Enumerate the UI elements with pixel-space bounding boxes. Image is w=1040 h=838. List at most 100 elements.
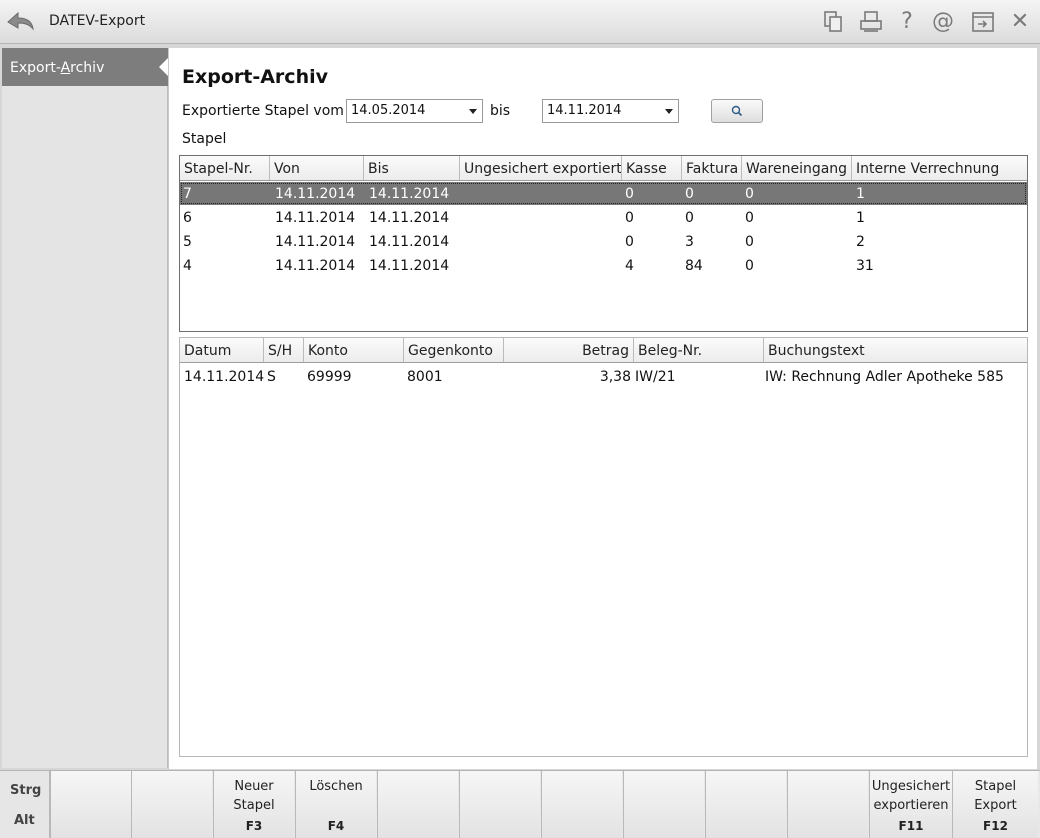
- cell-interne-verrechnung: 1: [856, 210, 865, 226]
- window-icon[interactable]: [971, 10, 995, 34]
- fkey-label: Stapel Export: [974, 779, 1017, 813]
- cell-sh: S: [267, 369, 276, 385]
- fkey-label: Ungesichert exportieren: [871, 779, 951, 813]
- cell-stapel-nr: 7: [183, 186, 192, 202]
- table-row[interactable]: 14.11.2014 S 69999 8001 3,38 IW/21 IW: R…: [180, 365, 1027, 388]
- cell-bis: 14.11.2014: [369, 258, 450, 274]
- page-title: Export-Archiv: [182, 66, 328, 88]
- date-from-select[interactable]: 14.05.2014: [346, 99, 483, 123]
- cell-von: 14.11.2014: [275, 210, 356, 226]
- cell-interne-verrechnung: 2: [856, 234, 865, 250]
- cell-bis: 14.11.2014: [369, 210, 450, 226]
- column-header-konto[interactable]: Konto: [304, 338, 404, 362]
- table-row[interactable]: 5 14.11.2014 14.11.2014 0 3 0 2: [180, 230, 1027, 253]
- table-row[interactable]: 4 14.11.2014 14.11.2014 4 84 0 31: [180, 254, 1027, 277]
- cell-datum: 14.11.2014: [184, 369, 265, 385]
- cell-faktura: 84: [685, 258, 703, 274]
- cell-von: 14.11.2014: [275, 258, 356, 274]
- to-label: bis: [490, 103, 511, 119]
- fkey-f5[interactable]: [377, 771, 458, 838]
- column-header-sh[interactable]: S/H: [264, 338, 304, 362]
- cell-wareneingang: 0: [745, 186, 754, 202]
- cell-buchungstext: IW: Rechnung Adler Apotheke 585: [765, 369, 1004, 385]
- column-header-ungesichert[interactable]: Ungesichert exportiert: [460, 156, 622, 180]
- cell-bis: 14.11.2014: [369, 186, 450, 202]
- cell-wareneingang: 0: [745, 210, 754, 226]
- fkey-key: F4: [327, 819, 345, 833]
- column-header-kasse[interactable]: Kasse: [622, 156, 682, 180]
- back-button[interactable]: [4, 8, 36, 34]
- sidebar-item-label: Export-Archiv: [10, 60, 105, 76]
- column-header-faktura[interactable]: Faktura: [682, 156, 742, 180]
- column-header-bis[interactable]: Bis: [364, 156, 460, 180]
- title-bar: DATEV-Export ? @ ✕: [0, 0, 1040, 44]
- function-key-bar: Strg Alt Neuer Stapel F3 Löschen F4 Ungesi…: [0, 770, 1040, 838]
- fkey-f1[interactable]: [50, 771, 131, 838]
- cell-ungesichert: [462, 230, 622, 253]
- cell-kasse: 0: [625, 186, 634, 202]
- cell-beleg-nr: IW/21: [635, 369, 676, 385]
- column-header-von[interactable]: Von: [270, 156, 364, 180]
- cell-ungesichert: [462, 206, 622, 229]
- stapel-export-button[interactable]: Stapel Export F12: [952, 771, 1038, 838]
- column-header-buchungstext[interactable]: Buchungstext: [764, 338, 1027, 362]
- delete-button[interactable]: Löschen F4: [295, 771, 376, 838]
- cell-kasse: 0: [625, 234, 634, 250]
- help-icon[interactable]: ?: [895, 10, 919, 34]
- column-header-wareneingang[interactable]: Wareneingang: [742, 156, 852, 180]
- fkey-label: Löschen: [309, 779, 363, 794]
- cell-ungesichert: [462, 254, 622, 277]
- date-from-value: 14.05.2014: [351, 103, 426, 118]
- cell-kasse: 0: [625, 210, 634, 226]
- table-header: Stapel-Nr. Von Bis Ungesichert exportier…: [180, 156, 1027, 181]
- sidebar-item-export-archiv[interactable]: Export-Archiv: [2, 48, 168, 86]
- column-header-beleg-nr[interactable]: Beleg-Nr.: [634, 338, 764, 362]
- table-row[interactable]: 7 14.11.2014 14.11.2014 0 0 0 1: [180, 182, 1027, 205]
- fkey-f10[interactable]: [787, 771, 868, 838]
- search-button[interactable]: [711, 99, 763, 123]
- table-header: Datum S/H Konto Gegenkonto Betrag Beleg-…: [180, 338, 1027, 363]
- column-header-datum[interactable]: Datum: [180, 338, 264, 362]
- fkey-label: Neuer Stapel: [233, 779, 275, 813]
- close-icon[interactable]: ✕: [1008, 10, 1032, 34]
- cell-von: 14.11.2014: [275, 186, 356, 202]
- cell-ungesichert: [462, 182, 622, 205]
- buchung-table: Datum S/H Konto Gegenkonto Betrag Beleg-…: [179, 337, 1028, 757]
- email-icon[interactable]: @: [931, 10, 955, 34]
- modifier-strg[interactable]: Strg: [10, 783, 41, 798]
- fkey-f6[interactable]: [459, 771, 540, 838]
- cell-faktura: 0: [685, 186, 694, 202]
- modifier-column: Strg Alt: [0, 771, 50, 838]
- fkey-f8[interactable]: [623, 771, 704, 838]
- cell-stapel-nr: 4: [183, 258, 192, 274]
- column-header-betrag[interactable]: Betrag: [504, 338, 634, 362]
- window-title: DATEV-Export: [49, 13, 146, 29]
- fkey-key: F3: [245, 819, 263, 833]
- cell-bis: 14.11.2014: [369, 234, 450, 250]
- fkey-key: F12: [983, 819, 1008, 833]
- column-header-interne-verrechnung[interactable]: Interne Verrechnung: [852, 156, 1027, 180]
- cell-wareneingang: 0: [745, 258, 754, 274]
- column-header-gegenkonto[interactable]: Gegenkonto: [404, 338, 504, 362]
- date-to-select[interactable]: 14.11.2014: [542, 99, 679, 123]
- stapel-section-label: Stapel: [182, 131, 227, 147]
- print-icon[interactable]: [859, 10, 883, 34]
- filter-label: Exportierte Stapel vom: [182, 103, 344, 119]
- fkey-f9[interactable]: [705, 771, 786, 838]
- table-row[interactable]: 6 14.11.2014 14.11.2014 0 0 0 1: [180, 206, 1027, 229]
- chevron-down-icon: [469, 109, 477, 114]
- cell-gegenkonto: 8001: [407, 369, 443, 385]
- column-header-stapel-nr[interactable]: Stapel-Nr.: [180, 156, 270, 180]
- cell-von: 14.11.2014: [275, 234, 356, 250]
- cell-konto: 69999: [307, 369, 352, 385]
- fkey-f7[interactable]: [541, 771, 622, 838]
- export-unsecured-button[interactable]: Ungesichert exportieren F11: [869, 771, 952, 838]
- copy-icon[interactable]: [821, 10, 845, 34]
- cell-stapel-nr: 5: [183, 234, 192, 250]
- modifier-alt[interactable]: Alt: [14, 813, 35, 828]
- fkey-f2[interactable]: [131, 771, 212, 838]
- cell-stapel-nr: 6: [183, 210, 192, 226]
- chevron-down-icon: [665, 109, 673, 114]
- date-to-value: 14.11.2014: [547, 103, 622, 118]
- new-stapel-button[interactable]: Neuer Stapel F3: [213, 771, 294, 838]
